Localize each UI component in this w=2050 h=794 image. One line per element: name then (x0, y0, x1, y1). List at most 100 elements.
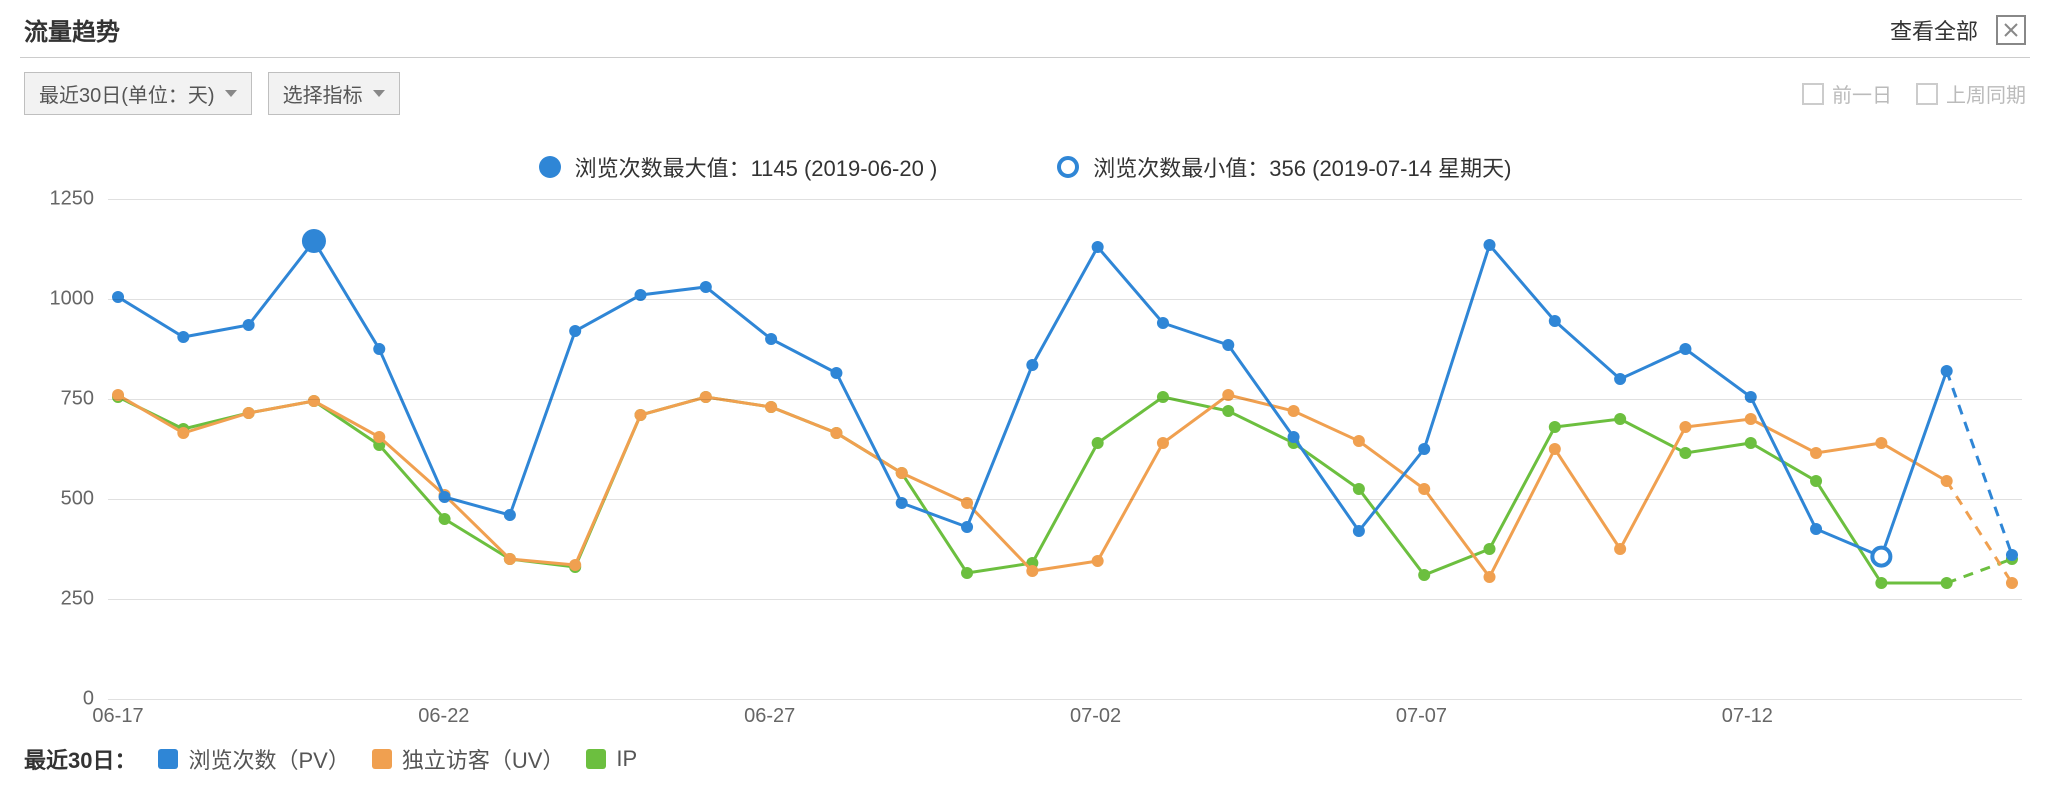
last-week-checkbox[interactable]: 上周同期 (1916, 79, 2026, 108)
data-point[interactable] (961, 521, 973, 533)
series-line (118, 395, 1947, 577)
y-axis-tick: 1250 (50, 188, 95, 211)
gridline (108, 399, 2022, 400)
gridline (108, 499, 2022, 500)
data-point[interactable] (1679, 447, 1691, 459)
data-point[interactable] (1353, 483, 1365, 495)
data-point[interactable] (830, 367, 842, 379)
data-point[interactable] (700, 281, 712, 293)
data-point[interactable] (243, 407, 255, 419)
chevron-down-icon (373, 90, 385, 97)
data-point[interactable] (1418, 569, 1430, 581)
data-point[interactable] (1157, 317, 1169, 329)
data-point[interactable] (1092, 241, 1104, 253)
data-point[interactable] (439, 491, 451, 503)
panel-title: 流量趋势 (24, 12, 120, 47)
data-point[interactable] (1026, 359, 1038, 371)
view-all-link[interactable]: 查看全部 (1890, 14, 1978, 46)
data-point[interactable] (1745, 391, 1757, 403)
data-point[interactable] (1810, 475, 1822, 487)
data-point[interactable] (1157, 391, 1169, 403)
data-point[interactable] (112, 291, 124, 303)
data-point[interactable] (243, 319, 255, 331)
x-axis-tick: 06-27 (744, 705, 795, 728)
data-point[interactable] (373, 431, 385, 443)
data-point[interactable] (1549, 315, 1561, 327)
data-point[interactable] (1614, 543, 1626, 555)
data-point[interactable] (1483, 543, 1495, 555)
legend-pv-label: 浏览次数（PV） (188, 743, 349, 775)
data-point[interactable] (1810, 523, 1822, 535)
max-point-marker[interactable] (302, 229, 326, 253)
data-point[interactable] (504, 553, 516, 565)
chart-area: 025050075010001250 (28, 199, 2022, 699)
data-point[interactable] (1679, 343, 1691, 355)
x-axis-tick: 06-22 (418, 705, 469, 728)
data-point[interactable] (1745, 413, 1757, 425)
data-point[interactable] (1614, 373, 1626, 385)
data-point[interactable] (700, 391, 712, 403)
data-point[interactable] (1026, 565, 1038, 577)
data-point[interactable] (1353, 435, 1365, 447)
legend-bottom-prefix: 最近30日： (24, 743, 136, 775)
data-point[interactable] (1418, 443, 1430, 455)
legend-ip-label: IP (616, 746, 637, 772)
data-point[interactable] (961, 567, 973, 579)
data-point[interactable] (569, 559, 581, 571)
data-point[interactable] (1418, 483, 1430, 495)
data-point[interactable] (1288, 405, 1300, 417)
data-point[interactable] (1745, 437, 1757, 449)
data-point[interactable] (1875, 577, 1887, 589)
data-point[interactable] (1941, 475, 1953, 487)
data-point[interactable] (1222, 405, 1234, 417)
x-axis-tick: 06-17 (92, 705, 143, 728)
prev-day-checkbox[interactable]: 前一日 (1802, 79, 1892, 108)
data-point[interactable] (1483, 239, 1495, 251)
data-point[interactable] (1483, 571, 1495, 583)
data-point[interactable] (1941, 365, 1953, 377)
close-icon[interactable] (1996, 15, 2026, 45)
metric-dropdown-label: 选择指标 (283, 79, 363, 108)
data-point[interactable] (634, 409, 646, 421)
legend-min: 浏览次数最小值：356 (2019-07-14 星期天) (1057, 151, 1511, 183)
series-line-dashed (1947, 481, 2012, 583)
legend-ip[interactable]: IP (586, 746, 637, 772)
data-point[interactable] (1288, 431, 1300, 443)
series-line (118, 397, 1947, 583)
data-point[interactable] (1157, 437, 1169, 449)
checkbox-icon (1916, 83, 1938, 105)
max-dot-icon (539, 156, 561, 178)
data-point[interactable] (1353, 525, 1365, 537)
data-point[interactable] (2006, 577, 2018, 589)
data-point[interactable] (765, 333, 777, 345)
data-point[interactable] (896, 467, 908, 479)
data-point[interactable] (1222, 339, 1234, 351)
data-point[interactable] (373, 343, 385, 355)
data-point[interactable] (1875, 437, 1887, 449)
data-point[interactable] (1092, 555, 1104, 567)
data-point[interactable] (1614, 413, 1626, 425)
gridline (108, 299, 2022, 300)
min-point-marker[interactable] (1872, 548, 1890, 566)
data-point[interactable] (177, 331, 189, 343)
data-point[interactable] (1679, 421, 1691, 433)
metric-dropdown[interactable]: 选择指标 (268, 72, 400, 115)
data-point[interactable] (1810, 447, 1822, 459)
data-point[interactable] (1941, 577, 1953, 589)
data-point[interactable] (308, 395, 320, 407)
data-point[interactable] (177, 427, 189, 439)
data-point[interactable] (439, 513, 451, 525)
legend-uv[interactable]: 独立访客（UV） (372, 743, 565, 775)
data-point[interactable] (1549, 421, 1561, 433)
last-week-label: 上周同期 (1946, 79, 2026, 108)
data-point[interactable] (765, 401, 777, 413)
data-point[interactable] (2006, 549, 2018, 561)
data-point[interactable] (1549, 443, 1561, 455)
data-point[interactable] (569, 325, 581, 337)
data-point[interactable] (1092, 437, 1104, 449)
legend-pv[interactable]: 浏览次数（PV） (158, 743, 349, 775)
data-point[interactable] (830, 427, 842, 439)
legend-max-label: 浏览次数最大值：1145 (2019-06-20 ) (575, 151, 938, 183)
data-point[interactable] (504, 509, 516, 521)
period-dropdown[interactable]: 最近30日(单位：天) (24, 72, 252, 115)
